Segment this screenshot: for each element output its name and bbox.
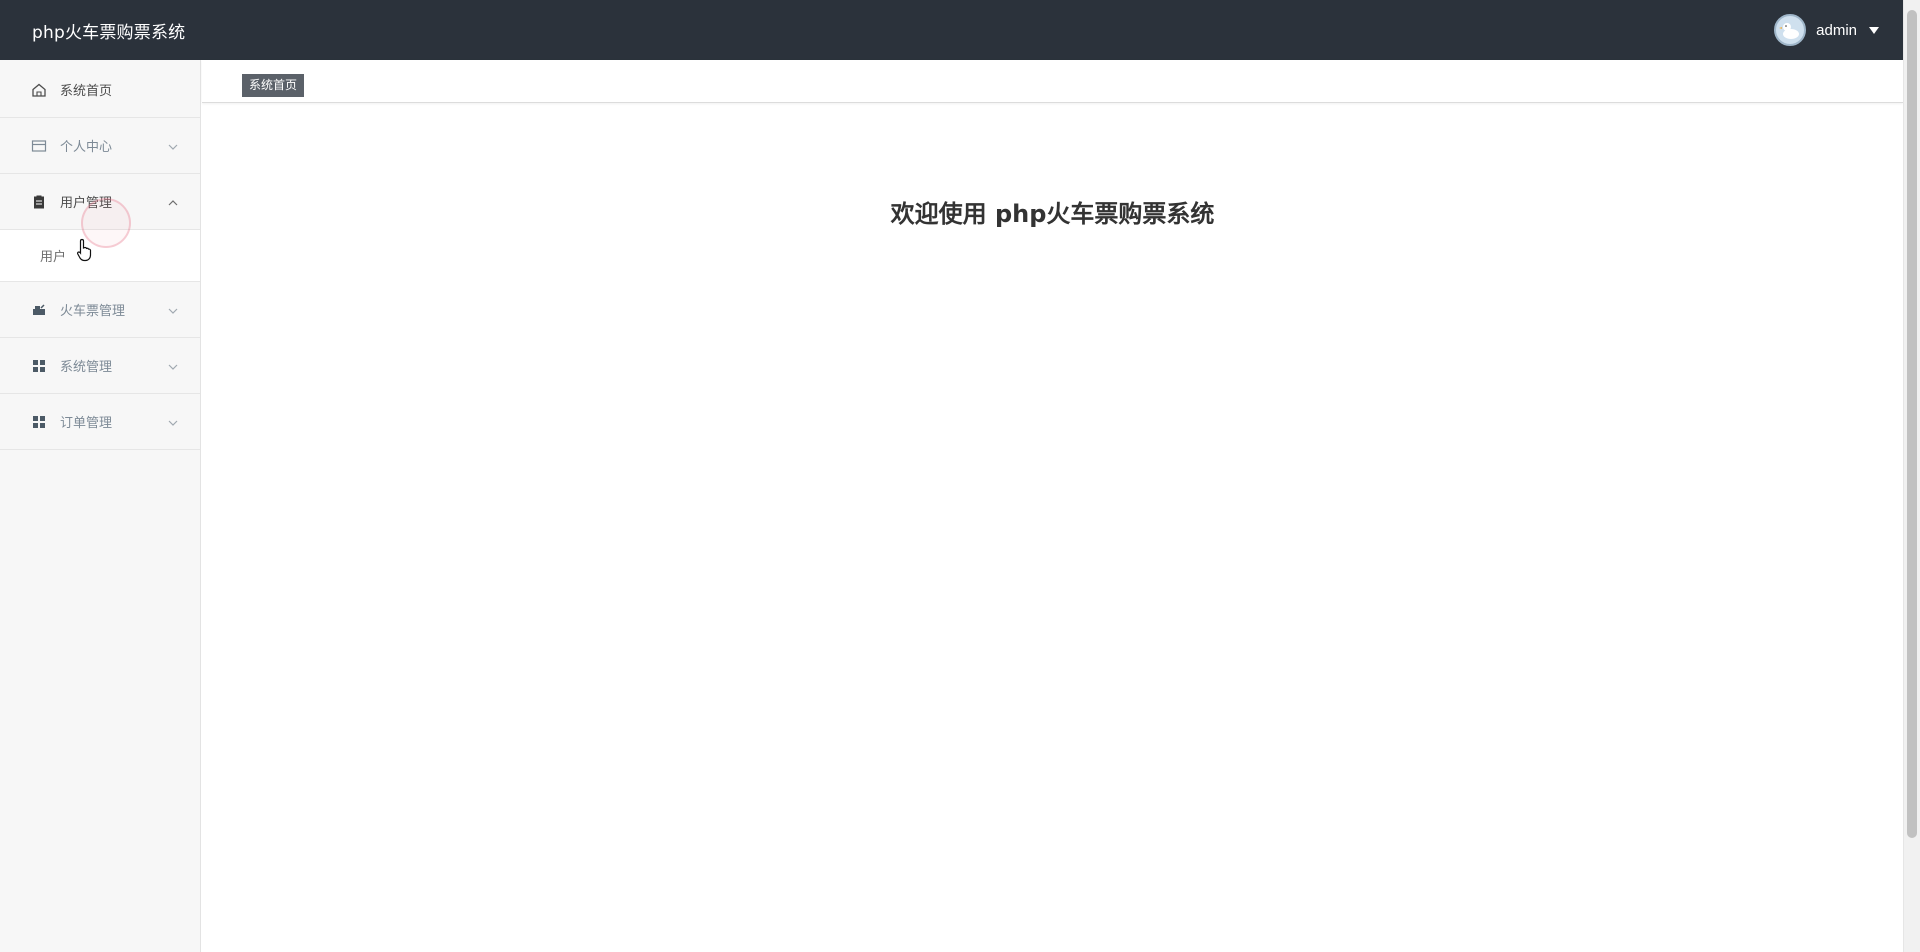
welcome-heading: 欢迎使用 php火车票购票系统 [890,200,1215,228]
sidebar-item-order-management[interactable]: 订单管理 [0,394,200,450]
app-title: php火车票购票系统 [32,22,186,43]
chevron-down-icon [168,360,178,375]
main-content: 系统首页 欢迎使用 php火车票购票系统 [202,60,1903,952]
tabs-bar: 系统首页 [202,60,1903,103]
chevron-down-icon [168,304,178,319]
duck-avatar-icon [1779,23,1800,39]
ticket-icon [30,301,48,319]
sidebar-item-ticket-management[interactable]: 火车票管理 [0,282,200,338]
clipboard-icon [30,193,48,211]
sidebar-item-profile[interactable]: 个人中心 [0,118,200,174]
avatar[interactable] [1774,14,1807,46]
grid-icon [30,413,48,431]
sidebar-item-label: 用户管理 [60,196,113,211]
sidebar-item-home[interactable]: 系统首页 [0,62,200,118]
top-bar: php火车票购票系统 admin [0,0,1903,60]
chevron-down-icon [168,140,178,155]
chevron-up-icon [168,196,178,211]
scrollbar-thumb[interactable] [1907,10,1917,838]
sidebar-item-system-management[interactable]: 系统管理 [0,338,200,394]
sidebar-item-label: 个人中心 [60,140,113,155]
chevron-down-icon [168,416,178,431]
sidebar-subitem-label: 用户 [40,250,67,265]
home-icon [30,81,48,99]
sidebar-item-label: 订单管理 [60,416,113,431]
tab-home[interactable]: 系统首页 [242,74,305,97]
vertical-scrollbar[interactable] [1903,0,1920,952]
user-menu[interactable]: admin [1774,14,1879,46]
sidebar-item-user-management[interactable]: 用户管理 [0,174,200,230]
sidebar-item-label: 系统管理 [60,360,113,375]
sidebar: 系统首页 个人中心 用户管理 用户 火车票管理 系统管理 订单管理 [0,60,201,952]
grid-icon [30,357,48,375]
caret-down-icon[interactable] [1869,26,1879,34]
card-icon [30,137,48,155]
sidebar-item-label: 火车票管理 [60,304,126,319]
sidebar-subitem-users[interactable]: 用户 [0,230,200,282]
user-name[interactable]: admin [1816,22,1857,39]
sidebar-item-label: 系统首页 [60,84,113,99]
